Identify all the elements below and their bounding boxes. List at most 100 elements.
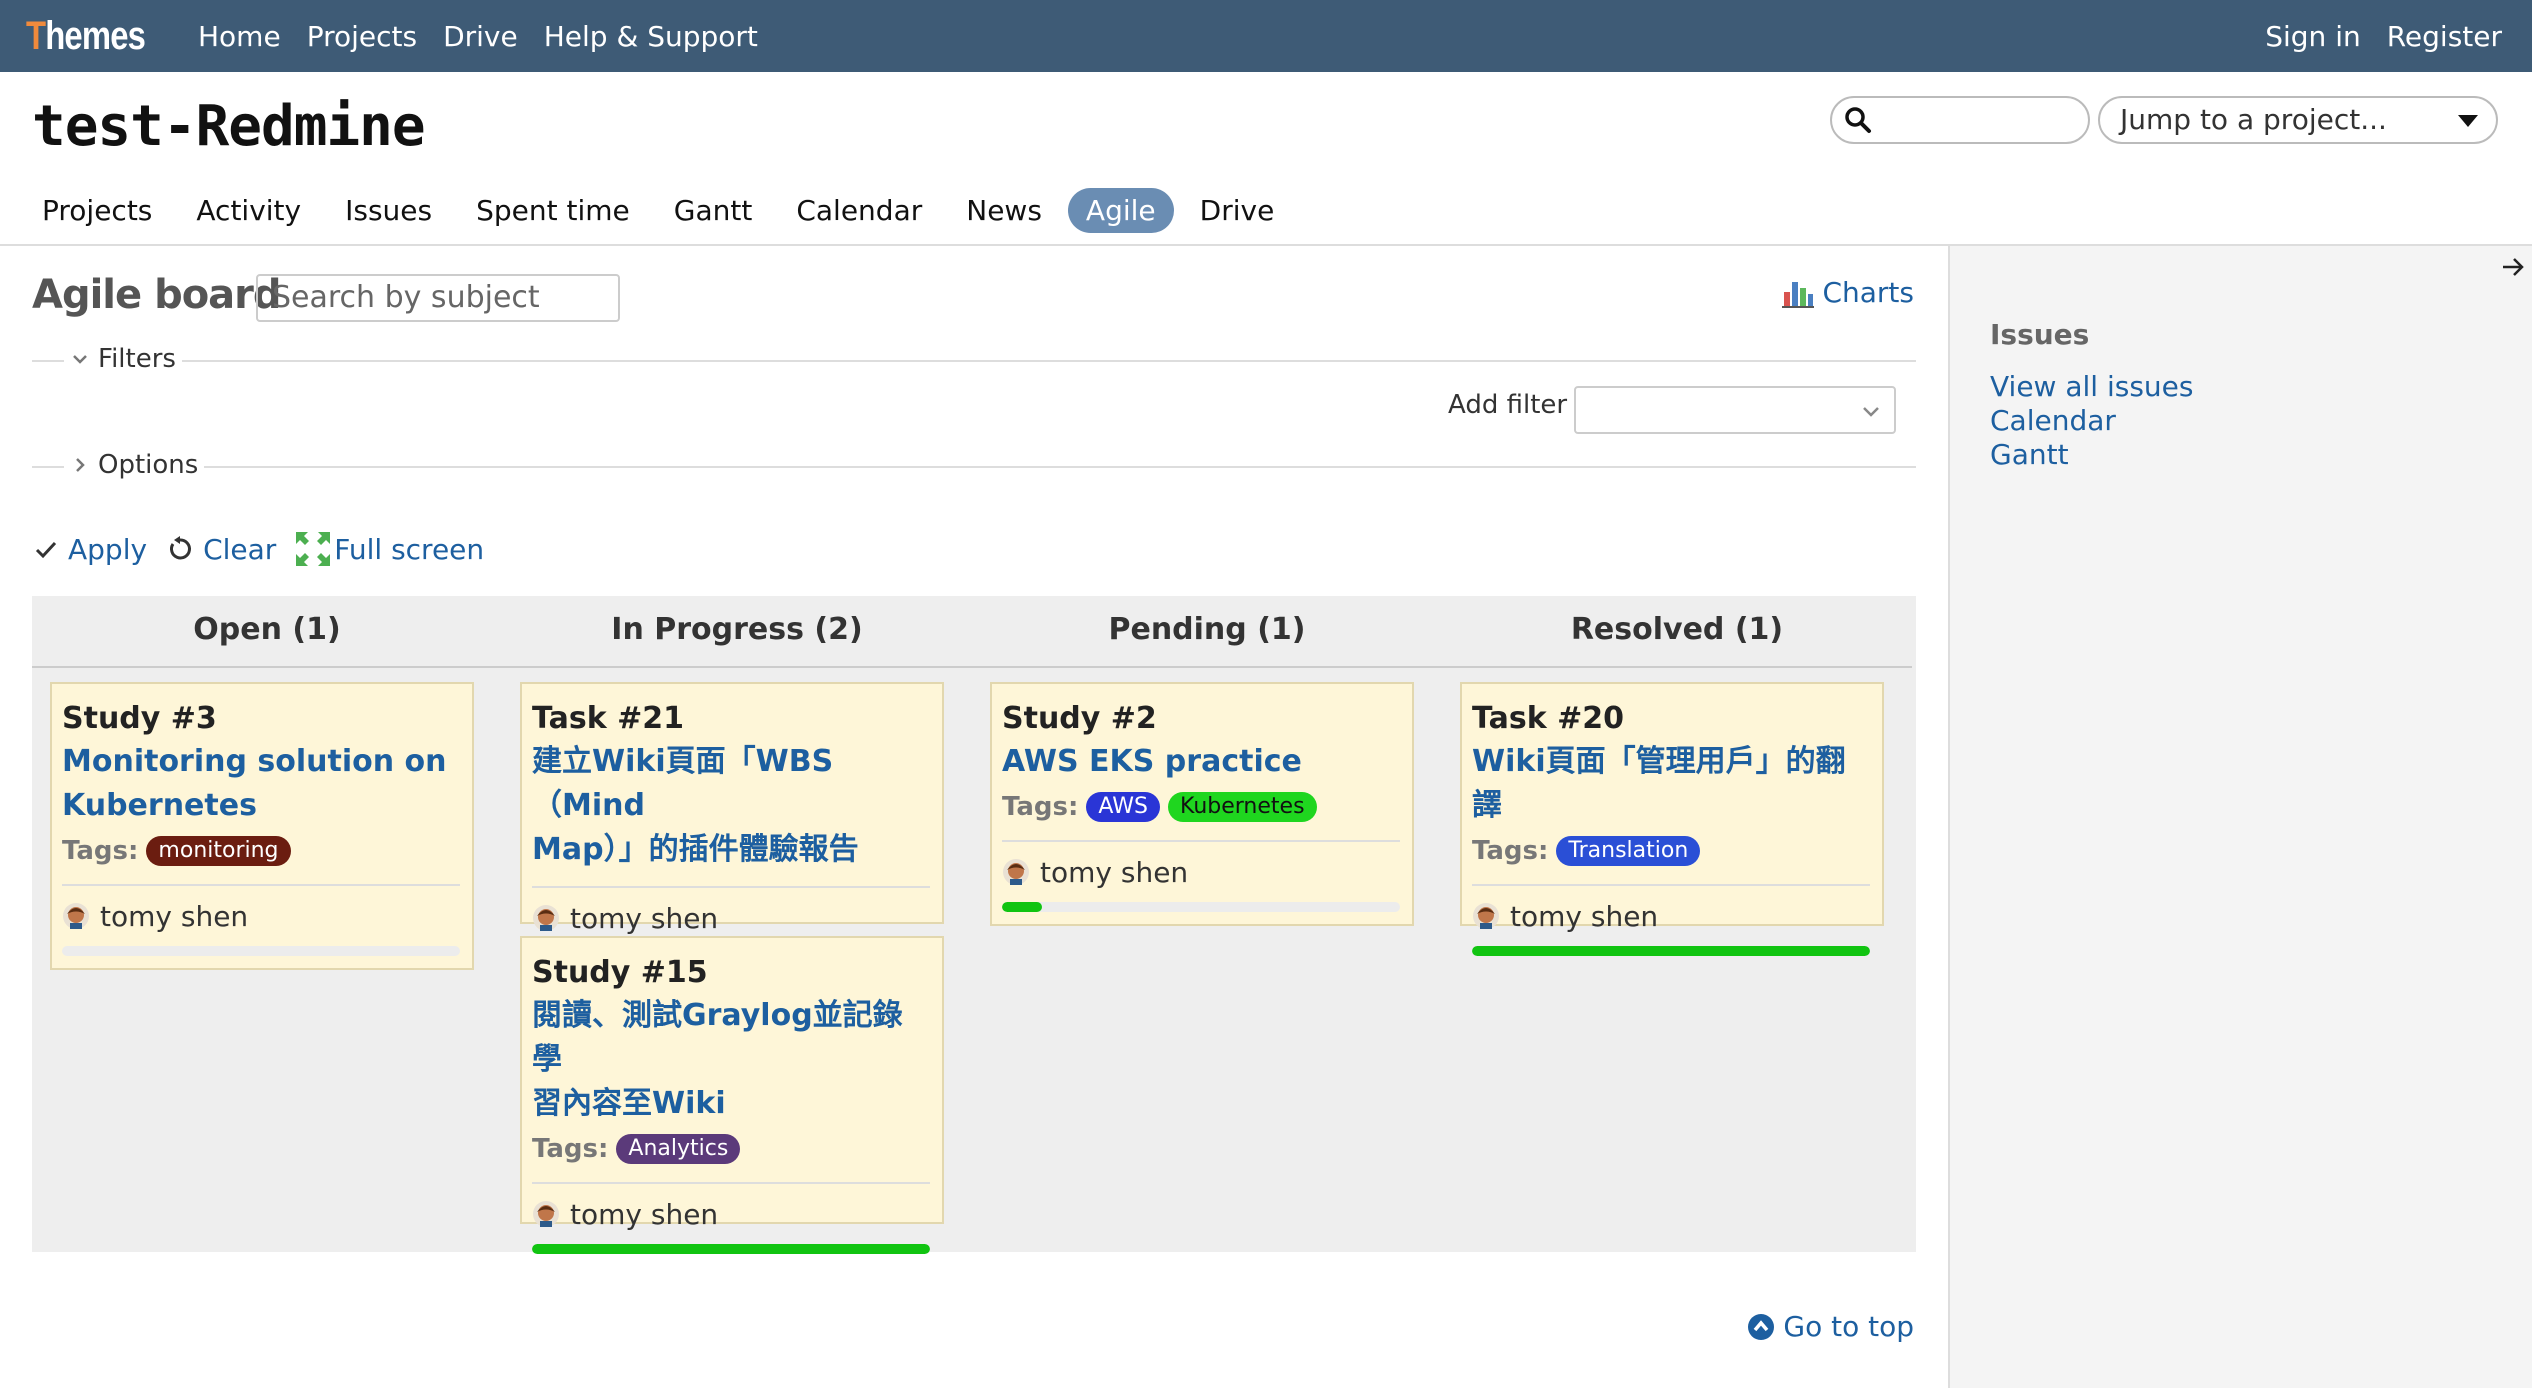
issue-subject-link[interactable]: 閱讀、測試Graylog並記錄學 習內容至Wiki bbox=[532, 994, 930, 1126]
progress-fill bbox=[532, 1244, 930, 1254]
assignee-name: tomy shen bbox=[570, 1197, 719, 1231]
tab-agile[interactable]: Agile bbox=[1067, 188, 1174, 233]
issue-subject-link[interactable]: AWS EKS practice bbox=[1002, 740, 1400, 784]
issue-id: Study #15 bbox=[532, 955, 708, 990]
issue-tags: Tags: monitoring bbox=[62, 832, 460, 870]
tab-issues[interactable]: Issues bbox=[327, 188, 450, 233]
issue-card[interactable]: Task #21 建立Wiki頁面「WBS（Mind Map）」的插件體驗報告 … bbox=[520, 682, 944, 958]
page-title: Agile board bbox=[32, 272, 282, 318]
options-label: Options bbox=[98, 450, 199, 480]
issue-assignee: tomy shen bbox=[62, 896, 460, 936]
assignee-name: tomy shen bbox=[1040, 855, 1189, 889]
jump-to-project-select[interactable]: Jump to a project... bbox=[2098, 96, 2498, 144]
avatar bbox=[533, 1201, 559, 1227]
arrow-right-icon[interactable] bbox=[2500, 254, 2526, 280]
top-link-help[interactable]: Help & Support bbox=[544, 20, 758, 53]
subject-search-input[interactable]: Search by subject bbox=[256, 274, 620, 322]
sidebar-item-gantt[interactable]: Gantt bbox=[1990, 438, 2193, 472]
themes-logo[interactable]: Themes bbox=[26, 14, 147, 59]
options-toggle[interactable]: Options bbox=[64, 450, 205, 480]
issue-subject-link[interactable]: Monitoring solution on Kubernetes bbox=[62, 740, 460, 828]
issue-card[interactable]: Task #20 Wiki頁面「管理用戶」的翻譯 Tags: Translati… bbox=[1460, 682, 1884, 956]
assignee-name: tomy shen bbox=[570, 901, 719, 935]
issue-card[interactable]: Study #2 AWS EKS practice Tags: AWS Kube… bbox=[990, 682, 1414, 926]
chevron-down-icon bbox=[73, 355, 87, 364]
issue-assignee: tomy shen bbox=[532, 1194, 930, 1234]
filters-toggle[interactable]: Filters bbox=[64, 344, 182, 374]
filters-divider bbox=[32, 360, 1916, 362]
avatar bbox=[1473, 903, 1499, 929]
tag-badge[interactable]: monitoring bbox=[146, 836, 291, 866]
issue-subject-link[interactable]: Wiki頁面「管理用戶」的翻譯 bbox=[1472, 740, 1870, 828]
assignee-name: tomy shen bbox=[1510, 899, 1659, 933]
agile-board: Open (1) In Progress (2) Pending (1) Res… bbox=[32, 596, 1916, 1254]
column-header-open: Open (1) bbox=[193, 612, 341, 647]
issue-card[interactable]: Study #3 Monitoring solution on Kubernet… bbox=[50, 682, 474, 970]
progress-bar bbox=[1472, 946, 1870, 956]
tab-spent-time[interactable]: Spent time bbox=[458, 188, 648, 233]
quick-search-input[interactable] bbox=[1830, 96, 2090, 144]
issue-assignee: tomy shen bbox=[1002, 852, 1400, 892]
top-link-home[interactable]: Home bbox=[198, 20, 281, 53]
avatar bbox=[533, 905, 559, 931]
sidebar-item-view-all-issues[interactable]: View all issues bbox=[1990, 370, 2193, 404]
issue-assignee: tomy shen bbox=[532, 898, 930, 938]
issue-tags: Tags: Translation bbox=[1472, 832, 1870, 870]
clear-button[interactable]: Clear bbox=[167, 533, 276, 566]
top-link-drive[interactable]: Drive bbox=[443, 20, 518, 53]
register-link[interactable]: Register bbox=[2387, 20, 2502, 53]
progress-bar bbox=[1002, 902, 1400, 912]
add-filter-label: Add filter bbox=[1448, 390, 1568, 420]
sidebar: Issues View all issues Calendar Gantt bbox=[1948, 246, 2532, 1388]
avatar bbox=[1003, 859, 1029, 885]
progress-bar bbox=[62, 946, 460, 956]
fullscreen-icon bbox=[296, 532, 331, 566]
column-header-resolved: Resolved (1) bbox=[1570, 612, 1784, 647]
tab-news[interactable]: News bbox=[948, 188, 1060, 233]
tab-drive[interactable]: Drive bbox=[1182, 188, 1293, 233]
go-to-top-label: Go to top bbox=[1783, 1310, 1914, 1343]
progress-fill bbox=[1472, 946, 1870, 956]
tag-badge[interactable]: Translation bbox=[1556, 836, 1701, 866]
tab-calendar[interactable]: Calendar bbox=[778, 188, 940, 233]
sidebar-links: View all issues Calendar Gantt bbox=[1990, 370, 2193, 472]
tag-badge[interactable]: Kubernetes bbox=[1168, 792, 1317, 822]
tag-badge[interactable]: AWS bbox=[1086, 792, 1160, 822]
go-to-top-link[interactable]: Go to top bbox=[1747, 1310, 1914, 1343]
progress-bar bbox=[532, 1244, 930, 1254]
sign-in-link[interactable]: Sign in bbox=[2265, 20, 2361, 53]
apply-button[interactable]: Apply bbox=[34, 533, 147, 566]
clear-label: Clear bbox=[203, 532, 277, 566]
filters-label: Filters bbox=[98, 344, 176, 374]
issue-id: Study #3 bbox=[62, 701, 217, 736]
issue-assignee: tomy shen bbox=[1472, 896, 1870, 936]
issue-id: Study #2 bbox=[1002, 701, 1157, 736]
top-link-projects[interactable]: Projects bbox=[307, 20, 417, 53]
options-divider bbox=[32, 466, 1916, 468]
column-header-pending: Pending (1) bbox=[1108, 612, 1306, 647]
full-screen-label: Full screen bbox=[334, 532, 485, 566]
tag-badge[interactable]: Analytics bbox=[616, 1134, 741, 1164]
dropdown-caret-icon bbox=[2458, 115, 2478, 127]
full-screen-button[interactable]: Full screen bbox=[296, 532, 484, 566]
issue-card[interactable]: Study #15 閱讀、測試Graylog並記錄學 習內容至Wiki Tags… bbox=[520, 936, 944, 1254]
sidebar-item-calendar[interactable]: Calendar bbox=[1990, 404, 2193, 438]
column-header-in-progress: In Progress (2) bbox=[611, 612, 863, 647]
tab-activity[interactable]: Activity bbox=[178, 188, 319, 233]
add-filter-select[interactable] bbox=[1574, 386, 1896, 434]
charts-link[interactable]: Charts bbox=[1782, 276, 1914, 309]
issue-subject-link[interactable]: 建立Wiki頁面「WBS（Mind Map）」的插件體驗報告 bbox=[532, 740, 930, 872]
jump-to-project-label: Jump to a project... bbox=[2120, 103, 2387, 136]
card-divider bbox=[532, 1182, 930, 1184]
tab-gantt[interactable]: Gantt bbox=[656, 188, 771, 233]
card-divider bbox=[62, 884, 460, 886]
top-left-links: Home Projects Drive Help & Support bbox=[198, 20, 784, 53]
account-links: Sign in Register bbox=[2265, 20, 2502, 53]
progress-fill bbox=[1002, 902, 1042, 912]
assignee-name: tomy shen bbox=[100, 899, 249, 933]
issue-id: Task #20 bbox=[1472, 701, 1624, 736]
header: test-Redmine Jump to a project... Projec… bbox=[0, 72, 2532, 246]
apply-label: Apply bbox=[68, 532, 148, 566]
tab-projects[interactable]: Projects bbox=[24, 188, 170, 233]
card-divider bbox=[1002, 840, 1400, 842]
